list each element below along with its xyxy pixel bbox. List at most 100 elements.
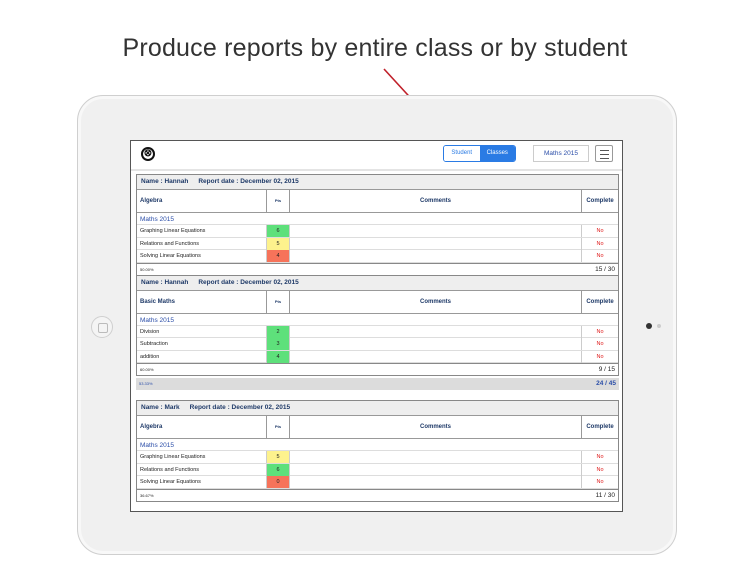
complete-cell: No: [596, 228, 604, 234]
view-toggle: Student Classes: [443, 145, 516, 162]
pts-header: Pts: [267, 290, 290, 313]
column-headers: Algebra Pts Comments Complete: [137, 416, 618, 439]
total-score: 11 / 30: [595, 491, 615, 499]
report-header: Name : Hannah Report date : December 02, …: [137, 175, 618, 190]
comment-cell[interactable]: [290, 463, 582, 476]
comment-cell[interactable]: [290, 250, 582, 262]
comment-cell[interactable]: [290, 325, 582, 338]
column-headers: Algebra Pts Comments Complete: [137, 190, 618, 213]
score-cell: 6: [267, 225, 290, 237]
table-row[interactable]: Division 2 No: [137, 325, 618, 338]
comments-header: Comments: [290, 416, 582, 438]
topic-cell: Relations and Functions: [137, 237, 267, 250]
table-row[interactable]: Solving Linear Equations 0 No: [137, 476, 618, 489]
topic-cell: addition: [137, 350, 267, 363]
comment-cell[interactable]: [290, 338, 582, 350]
score-cell: 3: [267, 338, 290, 350]
table-row[interactable]: addition 4 No: [137, 350, 618, 363]
score-cell: 4: [267, 350, 290, 363]
student-report: Name : Hannah Report date : December 02, …: [136, 275, 619, 376]
report-date: Report date : December 02, 2015: [198, 178, 299, 185]
topic-cell: Solving Linear Equations: [137, 476, 267, 488]
complete-header: Complete: [586, 298, 614, 305]
close-icon[interactable]: ⊗: [141, 147, 155, 161]
student-report: Name : Mark Report date : December 02, 20…: [136, 400, 619, 502]
subject-header: Basic Maths: [137, 290, 267, 313]
topic-cell: Solving Linear Equations: [137, 250, 267, 262]
total-score: 15 / 30: [595, 265, 615, 273]
report-date: Report date : December 02, 2015: [189, 404, 291, 411]
complete-header: Complete: [586, 198, 614, 204]
table-row[interactable]: Relations and Functions 6 No: [137, 463, 618, 476]
student-name: Name : Mark: [141, 404, 180, 411]
pts-header: Pts: [267, 190, 290, 212]
report-summary: 36.67% 11 / 30: [137, 488, 618, 501]
score-cell: 4: [267, 250, 290, 262]
comment-cell[interactable]: [290, 225, 582, 237]
tab-student[interactable]: Student: [444, 146, 480, 161]
report-header: Name : Hannah Report date : December 02, …: [137, 275, 618, 291]
report-summary: 50.00% 15 / 30: [137, 262, 618, 275]
comment-cell[interactable]: [290, 451, 582, 463]
pts-header: Pts: [267, 416, 290, 438]
overall-summary: 53.33% 24 / 45: [136, 378, 619, 390]
complete-cell: No: [596, 466, 604, 473]
comments-header: Comments: [290, 290, 582, 313]
group-label: Maths 2015: [137, 314, 618, 326]
app-screen: ⊗ Student Classes Maths 2015 Name : Hann…: [130, 140, 623, 512]
complete-cell: No: [596, 479, 604, 485]
table-row[interactable]: Subtraction 3 No: [137, 338, 618, 351]
camera-icon: [646, 323, 652, 329]
complete-header: Complete: [586, 424, 614, 430]
topic-cell: Division: [137, 325, 267, 338]
complete-cell: No: [596, 253, 604, 259]
subject-header: Algebra: [137, 190, 267, 212]
group-label: Maths 2015: [137, 439, 618, 451]
comment-cell[interactable]: [290, 350, 582, 363]
student-report: Name : Hannah Report date : December 02, …: [136, 174, 619, 276]
student-name: Name : Hannah: [141, 178, 189, 185]
score-cell: 5: [267, 237, 290, 250]
percent-value: 36.67%: [140, 492, 154, 498]
topic-cell: Graphing Linear Equations: [137, 225, 267, 237]
subject-header: Algebra: [137, 416, 267, 438]
percent-value: 60.00%: [140, 367, 154, 372]
score-cell: 0: [267, 476, 290, 488]
hamburger-icon[interactable]: [595, 145, 613, 162]
report-list: Name : Hannah Report date : December 02, …: [136, 174, 619, 502]
home-button-icon: [91, 316, 113, 338]
comment-cell[interactable]: [290, 237, 582, 250]
column-headers: Basic Maths Pts Comments Complete: [137, 290, 618, 314]
score-cell: 5: [267, 451, 290, 463]
table-row[interactable]: Solving Linear Equations 4 No: [137, 250, 618, 263]
overall-percent: 53.33%: [139, 381, 153, 386]
toolbar-divider: [131, 169, 622, 171]
percent-value: 50.00%: [140, 266, 154, 272]
subject-selector[interactable]: Maths 2015: [533, 145, 589, 162]
complete-cell: No: [596, 240, 604, 247]
topic-cell: Subtraction: [137, 338, 267, 350]
complete-cell: No: [596, 328, 604, 335]
promo-caption: Produce reports by entire class or by st…: [122, 34, 628, 62]
report-header: Name : Mark Report date : December 02, 20…: [137, 401, 618, 416]
complete-cell: No: [596, 353, 604, 360]
overall-total: 24 / 45: [596, 380, 616, 387]
complete-cell: No: [596, 454, 604, 460]
table-row[interactable]: Graphing Linear Equations 6 No: [137, 225, 618, 238]
score-cell: 6: [267, 463, 290, 476]
table-row[interactable]: Relations and Functions 5 No: [137, 237, 618, 250]
tab-classes[interactable]: Classes: [479, 146, 515, 161]
report-date: Report date : December 02, 2015: [198, 278, 299, 286]
complete-cell: No: [596, 341, 604, 347]
comments-header: Comments: [290, 190, 582, 212]
report-summary: 60.00% 9 / 15: [137, 363, 618, 375]
table-row[interactable]: Graphing Linear Equations 5 No: [137, 451, 618, 464]
group-label: Maths 2015: [137, 213, 618, 225]
student-name: Name : Hannah: [141, 278, 189, 286]
top-toolbar: ⊗ Student Classes Maths 2015: [131, 141, 622, 169]
topic-cell: Relations and Functions: [137, 463, 267, 476]
topic-cell: Graphing Linear Equations: [137, 451, 267, 463]
comment-cell[interactable]: [290, 476, 582, 488]
sensor-icon: [657, 324, 661, 328]
total-score: 9 / 15: [598, 366, 615, 373]
